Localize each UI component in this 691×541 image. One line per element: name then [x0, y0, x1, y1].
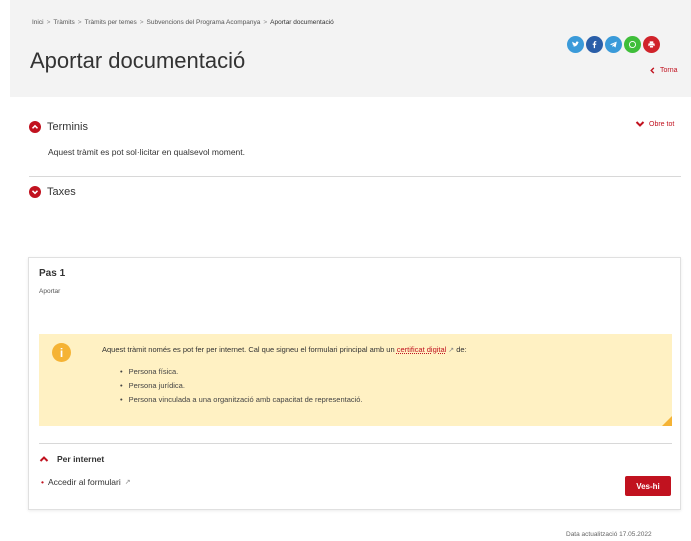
- notice-corner: [662, 416, 672, 426]
- breadcrumb-current: Aportar documentació: [270, 19, 334, 26]
- info-notice: i Aquest tràmit només es pot fer per int…: [39, 334, 672, 426]
- breadcrumb-separator: >: [77, 19, 82, 26]
- accordion-taxes-title: Taxes: [47, 186, 76, 198]
- update-date: Data actualització 17.05.2022: [566, 531, 652, 538]
- chevron-up-icon: [29, 121, 41, 133]
- accordion-terminis-body: Aquest tràmit es pot sol·licitar en qual…: [48, 147, 246, 157]
- print-icon[interactable]: [643, 36, 660, 53]
- channel-title: Per internet: [57, 454, 105, 464]
- notice-text-before: Aquest tràmit només es pot fer per inter…: [102, 345, 397, 354]
- facebook-icon[interactable]: [586, 36, 603, 53]
- info-icon: i: [52, 343, 71, 362]
- chevron-down-icon: [29, 186, 41, 198]
- notice-list: Persona física. Persona jurídica. Person…: [120, 364, 363, 406]
- telegram-icon[interactable]: [605, 36, 622, 53]
- back-link[interactable]: Torna: [649, 67, 678, 74]
- chevron-down-icon: [635, 121, 645, 127]
- open-all-label: Obre tot: [649, 120, 675, 128]
- chevron-up-icon: [39, 456, 49, 462]
- accordion-terminis-header[interactable]: Terminis: [29, 121, 88, 133]
- accordion-taxes-header[interactable]: Taxes: [29, 186, 76, 198]
- list-item: Persona jurídica.: [120, 378, 363, 392]
- page-title: Aportar documentació: [30, 48, 246, 73]
- external-link-icon: ↗: [446, 347, 455, 354]
- notice-text-after: de:: [454, 345, 467, 354]
- bullet: •: [41, 477, 44, 487]
- list-item: Persona física.: [120, 364, 363, 378]
- divider: [29, 176, 681, 177]
- share-bar: [567, 36, 660, 53]
- notice-text: Aquest tràmit només es pot fer per inter…: [102, 345, 467, 354]
- accedir-formulari-label: Accedir al formulari: [47, 477, 121, 487]
- twitter-icon[interactable]: [567, 36, 584, 53]
- breadcrumb-separator: >: [263, 19, 268, 26]
- divider: [39, 443, 672, 444]
- list-item: Persona vinculada a una organització amb…: [120, 392, 363, 406]
- step-card: Pas 1 Aportar i Aquest tràmit només es p…: [28, 257, 681, 510]
- breadcrumb-tramits[interactable]: Tràmits: [53, 19, 74, 26]
- breadcrumb-tramits-per-temes[interactable]: Tràmits per temes: [85, 19, 137, 26]
- whatsapp-icon[interactable]: [624, 36, 641, 53]
- breadcrumb: Inici > Tràmits > Tràmits per temes > Subvenci…: [32, 19, 334, 26]
- breadcrumb-inici[interactable]: Inici: [32, 19, 44, 26]
- back-label: Torna: [660, 67, 678, 74]
- accedir-formulari-link[interactable]: • Accedir al formulari ↗: [41, 477, 131, 487]
- breadcrumb-separator: >: [139, 19, 144, 26]
- ves-hi-button[interactable]: Ves-hi: [625, 476, 671, 496]
- channel-header[interactable]: Per internet: [39, 454, 104, 464]
- chevron-left-icon: [650, 67, 655, 74]
- step-subtitle: Aportar: [39, 288, 61, 295]
- step-title: Pas 1: [39, 268, 66, 279]
- breadcrumb-separator: >: [46, 19, 51, 26]
- accordion-terminis-title: Terminis: [47, 121, 88, 133]
- breadcrumb-subvencions[interactable]: Subvencions del Programa Acompanya: [147, 19, 261, 26]
- open-all-button[interactable]: Obre tot: [635, 120, 674, 128]
- certificat-digital-link[interactable]: certificat digital: [397, 345, 447, 354]
- external-link-icon: ↗: [124, 479, 131, 486]
